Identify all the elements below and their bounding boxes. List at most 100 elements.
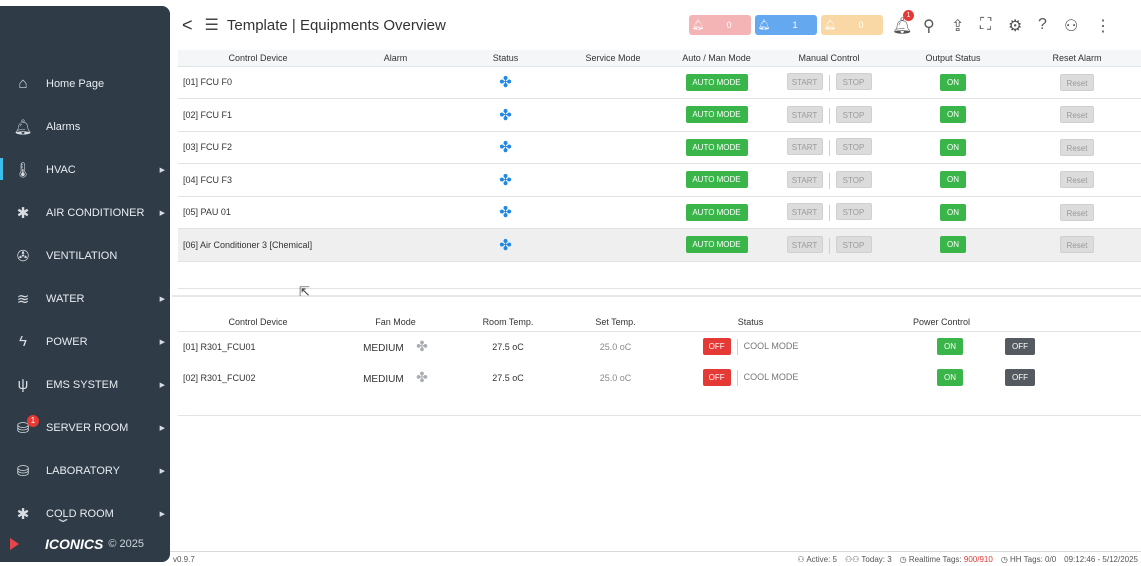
stop-button[interactable]: STOP bbox=[835, 170, 872, 188]
alarm-counter-info[interactable]: 🔔︎ 1 bbox=[755, 15, 817, 35]
reset-alarm-button[interactable]: Reset bbox=[1060, 138, 1094, 156]
fan-icon: ✤ bbox=[499, 74, 512, 92]
sidebar-item-label: VENTILATION bbox=[46, 249, 118, 262]
start-button[interactable]: START bbox=[786, 170, 823, 188]
help-icon[interactable]: ? bbox=[1038, 16, 1047, 34]
table-border bbox=[178, 415, 1141, 416]
table-row[interactable]: [03] FCU F2 ✤ AUTO MODE START STOP ON Reset bbox=[178, 131, 1141, 164]
sidebar-menu: ⌂ Home Page 🔔︎ Alarms 🌡︎ HVAC ▶ ✱ AIR CONDITIONE… bbox=[0, 62, 170, 535]
auto-mode-button[interactable]: AUTO MODE bbox=[685, 106, 748, 124]
stop-button[interactable]: STOP bbox=[835, 235, 872, 253]
power-on-button[interactable]: ON bbox=[937, 338, 963, 356]
sidebar-item[interactable]: ⛁ SERVER ROOM 1 ▶ bbox=[0, 406, 170, 449]
sidebar-item[interactable]: ψ EMS SYSTEM ▶ bbox=[0, 363, 170, 406]
device-name: [06] Air Conditioner 3 [Chemical] bbox=[178, 228, 338, 262]
sidebar-item[interactable]: ✇ VENTILATION bbox=[0, 234, 170, 277]
alarm-cell bbox=[338, 163, 453, 197]
column-header: Control Device bbox=[178, 50, 338, 67]
power-on-button[interactable]: ON bbox=[937, 369, 963, 386]
start-button[interactable]: START bbox=[786, 105, 823, 123]
fan-mode-value: MEDIUM bbox=[363, 343, 404, 355]
fcu-table: Control Device Fan Mode Room Temp. Set T… bbox=[178, 314, 1141, 393]
back-arrow-icon[interactable]: < bbox=[182, 15, 193, 36]
fan-mode-value: MEDIUM bbox=[363, 374, 404, 385]
reset-alarm-button[interactable]: Reset bbox=[1060, 236, 1094, 254]
gear-icon[interactable]: ⚙ bbox=[1008, 16, 1022, 36]
thermometer-icon: 🌡︎ bbox=[13, 161, 33, 179]
column-header: Set Temp. bbox=[563, 314, 668, 332]
power-off-button[interactable]: OFF bbox=[1005, 369, 1035, 386]
sidebar-item-label: EMS SYSTEM bbox=[46, 378, 119, 391]
chevron-down-icon[interactable]: ⌄ bbox=[54, 511, 72, 525]
start-button[interactable]: START bbox=[786, 203, 823, 221]
caret-right-icon: ▶ bbox=[159, 295, 165, 303]
sidebar-item[interactable]: 🔔︎ Alarms bbox=[0, 105, 170, 148]
auto-mode-button[interactable]: AUTO MODE bbox=[685, 171, 748, 189]
reset-alarm-button[interactable]: Reset bbox=[1060, 203, 1094, 221]
table-row[interactable]: [02] R301_FCU02 MEDIUM ✤ 27.5 oC 25.0 oC OFF… bbox=[178, 362, 1141, 393]
realtime-label: Realtime Tags: bbox=[908, 554, 962, 564]
active-users: ⚇ Active: 5 bbox=[797, 555, 837, 564]
sidebar-item[interactable]: 🌡︎ HVAC ▶ bbox=[0, 148, 170, 191]
output-status-badge: ON bbox=[940, 138, 966, 156]
table-row[interactable]: [01] FCU F0 ✤ AUTO MODE START STOP ON Reset bbox=[178, 66, 1141, 99]
search-icon[interactable]: ⚲ bbox=[923, 16, 935, 36]
stop-button[interactable]: STOP bbox=[835, 105, 872, 123]
alarm-counter-warning[interactable]: 🔔︎ 0 bbox=[821, 15, 883, 35]
stop-button[interactable]: STOP bbox=[835, 73, 872, 91]
table-row[interactable]: [04] FCU F3 ✤ AUTO MODE START STOP ON Reset bbox=[178, 163, 1141, 197]
table-row[interactable]: [02] FCU F1 ✤ AUTO MODE START STOP ON Reset bbox=[178, 98, 1141, 132]
device-name: [04] FCU F3 bbox=[178, 163, 338, 197]
auto-mode-button[interactable]: AUTO MODE bbox=[685, 138, 748, 156]
mode-text: COOL MODE bbox=[743, 341, 799, 352]
power-off-button[interactable]: OFF bbox=[1005, 338, 1035, 356]
column-header: Status bbox=[453, 50, 558, 67]
bell-icon: 🔔︎ bbox=[13, 118, 33, 136]
table-row[interactable]: [05] PAU 01 ✤ AUTO MODE START STOP ON Reset bbox=[178, 196, 1141, 229]
database-icon: ⛁ bbox=[16, 462, 30, 480]
column-header: Status bbox=[668, 314, 833, 332]
output-status-badge: ON bbox=[940, 171, 966, 189]
table-border bbox=[178, 288, 1141, 289]
start-button[interactable]: START bbox=[786, 138, 823, 156]
alarm-counter-critical[interactable]: 🔔︎ 0 bbox=[689, 15, 751, 35]
reset-alarm-button[interactable]: Reset bbox=[1060, 106, 1094, 124]
version-label: v0.9.7 bbox=[173, 554, 195, 564]
alarm-count: 0 bbox=[858, 20, 864, 30]
home-icon: ⌂ bbox=[18, 75, 28, 92]
sidebar-item-label: Home Page bbox=[46, 77, 105, 90]
realtime-tags: ◷ Realtime Tags: 900/910 bbox=[900, 555, 993, 564]
stop-button[interactable]: STOP bbox=[835, 203, 872, 221]
reset-alarm-button[interactable]: Reset bbox=[1060, 73, 1094, 91]
more-options-icon[interactable]: ⋮ bbox=[1095, 16, 1111, 36]
plug-icon: ψ bbox=[17, 376, 29, 393]
section-divider[interactable] bbox=[172, 295, 1141, 297]
active-count: Active: 5 bbox=[806, 554, 837, 564]
sidebar-item[interactable]: ⛁ LABORATORY ▶ bbox=[0, 449, 170, 492]
sidebar-item[interactable]: ⌂ Home Page bbox=[0, 62, 170, 105]
sidebar-item[interactable]: ≋ WATER ▶ bbox=[0, 277, 170, 320]
sidebar-item[interactable]: ✱ AIR CONDITIONER ▶ bbox=[0, 191, 170, 234]
sidebar-item[interactable]: ϟ POWER ▶ bbox=[0, 320, 170, 363]
fullscreen-icon[interactable]: ⛶ bbox=[980, 16, 991, 34]
sidebar-item-label: AIR CONDITIONER bbox=[46, 206, 145, 219]
auto-mode-button[interactable]: AUTO MODE bbox=[685, 236, 748, 254]
start-button[interactable]: START bbox=[786, 235, 823, 253]
stop-button[interactable]: STOP bbox=[835, 138, 872, 156]
datetime: 09:12:46 - 5/12/2025 bbox=[1064, 554, 1138, 564]
play-icon[interactable] bbox=[10, 538, 19, 550]
start-button[interactable]: START bbox=[786, 73, 823, 91]
today-users: ⚇⚇ Today: 3 bbox=[845, 555, 892, 564]
menu-icon[interactable]: ☰ bbox=[205, 15, 219, 35]
service-mode-cell bbox=[558, 98, 668, 132]
reset-alarm-button[interactable]: Reset bbox=[1060, 171, 1094, 189]
table-row[interactable]: [06] Air Conditioner 3 [Chemical] ✤ AUTO M… bbox=[178, 228, 1141, 262]
auto-mode-button[interactable]: AUTO MODE bbox=[685, 203, 748, 221]
caret-right-icon: ▶ bbox=[159, 209, 165, 217]
table-row[interactable]: [01] R301_FCU01 MEDIUM ✤ 27.5 oC 25.0 oC OFF… bbox=[178, 331, 1141, 362]
share-icon[interactable]: ⇪ bbox=[951, 16, 964, 36]
auto-mode-button[interactable]: AUTO MODE bbox=[685, 73, 748, 91]
sidebar: ⌂ Home Page 🔔︎ Alarms 🌡︎ HVAC ▶ ✱ AIR CONDITIONE… bbox=[0, 6, 170, 562]
user-icon[interactable]: ⚇ bbox=[1064, 16, 1078, 36]
caret-right-icon: ▶ bbox=[159, 467, 165, 475]
